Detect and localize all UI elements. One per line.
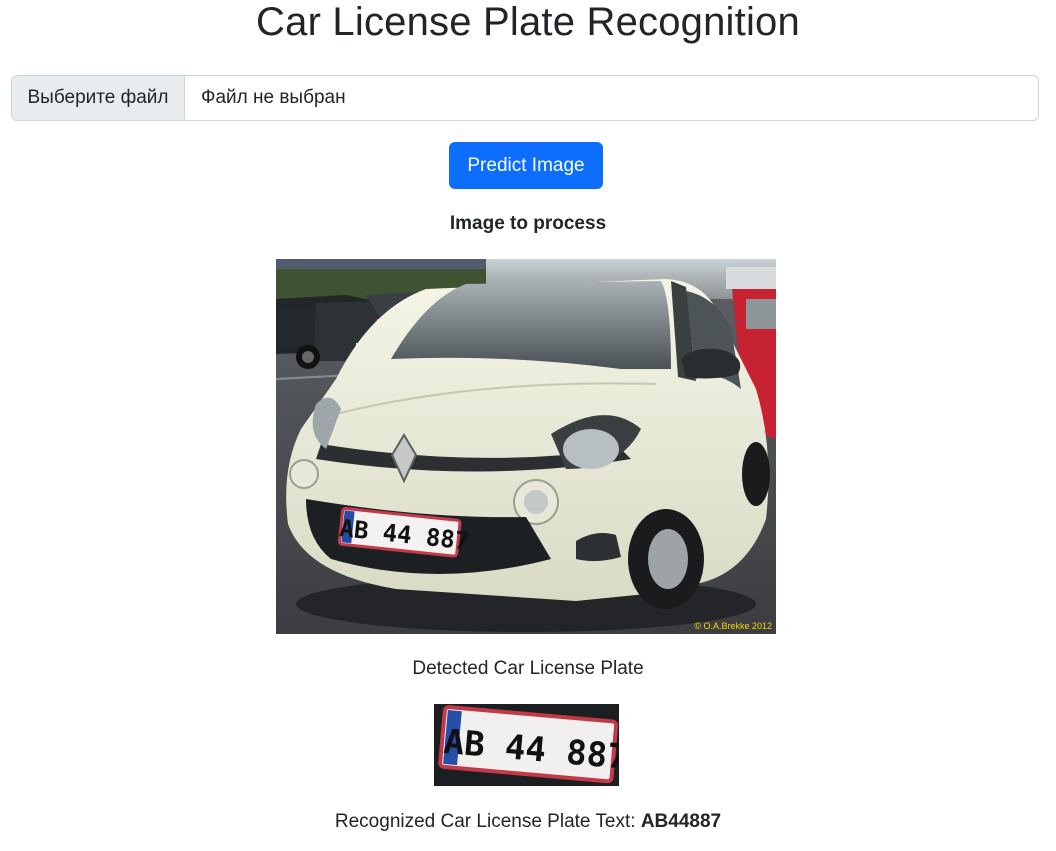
recognized-text-value: AB44887 [640, 811, 722, 832]
car-photo: AB 44 887 © O.A.Brekke 2012 [276, 259, 776, 634]
file-status-text: Файл не выбран [201, 87, 346, 108]
choose-file-button[interactable]: Выберите файл [12, 76, 185, 120]
file-input[interactable]: Выберите файл Файл не выбран [11, 75, 1039, 121]
photo-credit: © O.A.Brekke 2012 [694, 621, 772, 631]
detected-plate-image: AB 44 887 [434, 704, 619, 786]
predict-image-button[interactable]: Predict Image [449, 142, 603, 189]
image-to-process-heading: Image to process [449, 213, 607, 234]
recognized-text-label: Recognized Car License Plate Text: [334, 811, 641, 832]
detected-plate-heading: Detected Car License Plate [412, 658, 644, 679]
recognized-text-line: Recognized Car License Plate Text: AB448… [0, 811, 1056, 833]
page-title: Car License Plate Recognition [256, 0, 800, 44]
